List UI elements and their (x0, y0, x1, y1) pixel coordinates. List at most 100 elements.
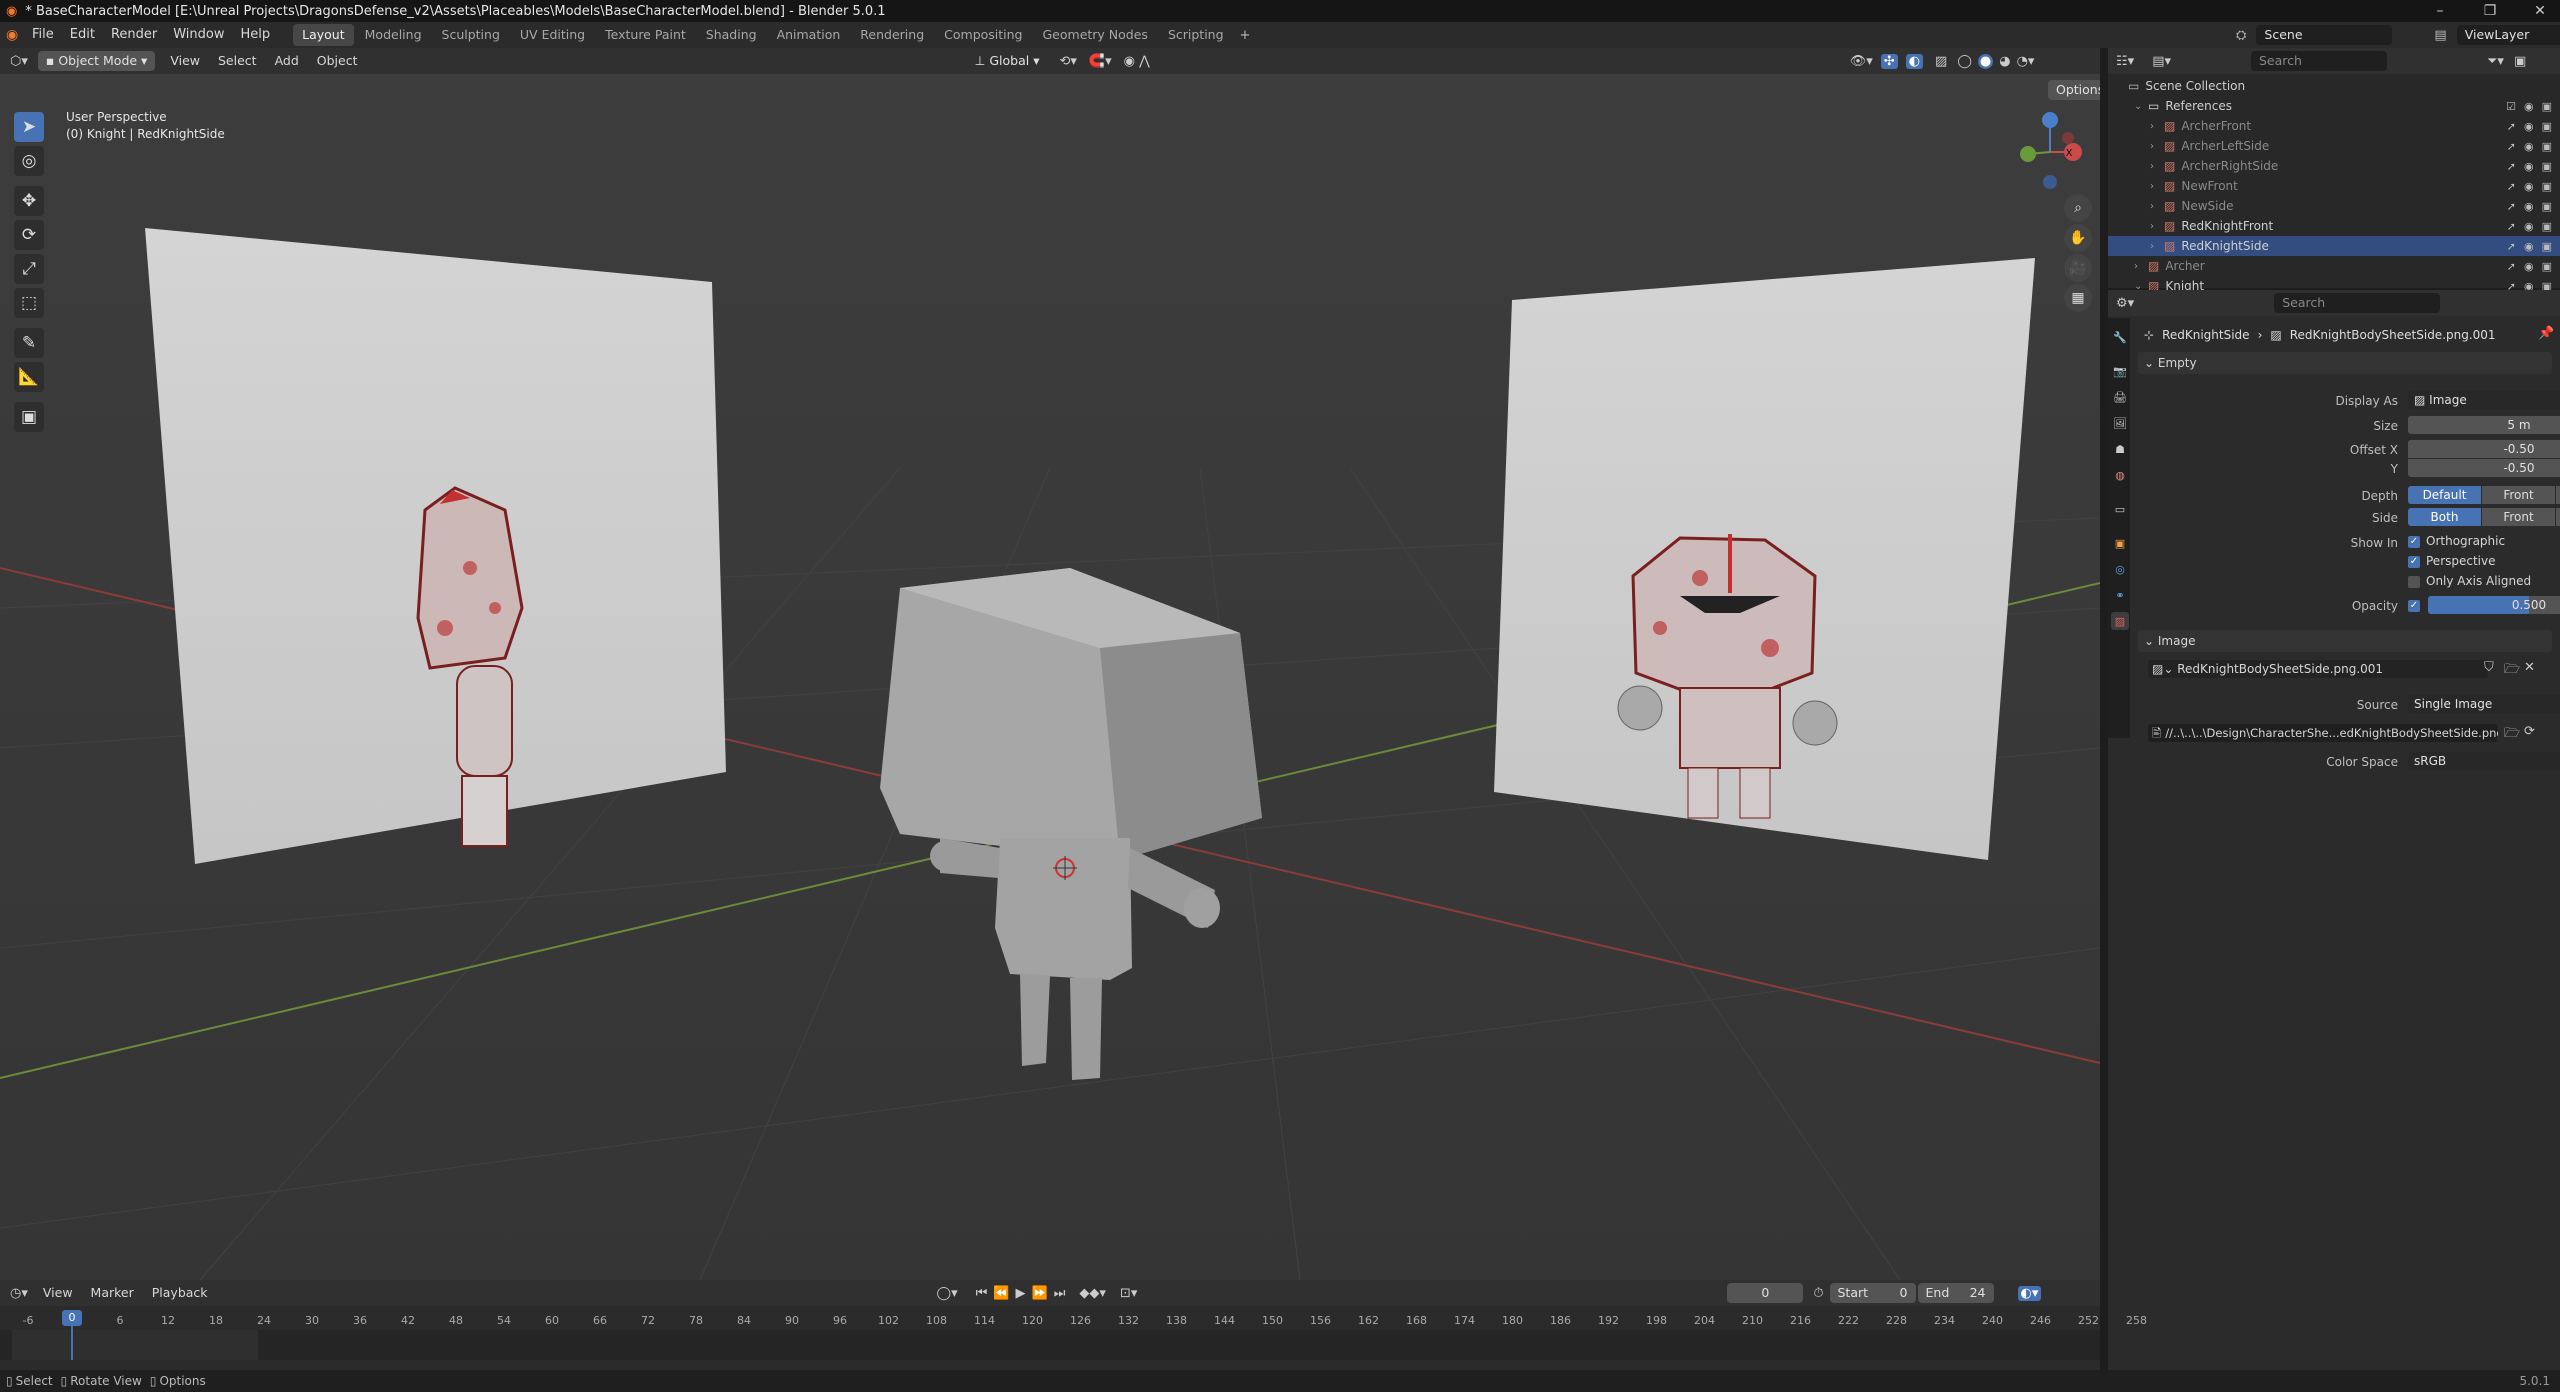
gizmo-toggle-icon[interactable]: ✣ (1880, 53, 1898, 69)
orthographic-checkbox[interactable]: ✓ Orthographic (2408, 534, 2505, 548)
expand-chevron-icon[interactable]: › (2134, 261, 2148, 272)
menu-file[interactable]: File (24, 22, 62, 48)
side-option-front[interactable]: Front (2482, 508, 2555, 526)
offset-x-field[interactable]: -0.50 (2408, 440, 2560, 458)
outliner-row-newside[interactable]: › ▨ NewSide ➚ ◉ ▣ (2108, 196, 2560, 216)
move-tool-button[interactable]: ✥ (14, 186, 44, 216)
eye-icon[interactable]: ◉ (2524, 220, 2534, 233)
properties-editor-icon[interactable]: ⚙▾ (2116, 296, 2134, 311)
exclude-checkbox-icon[interactable]: ☑ (2506, 100, 2516, 113)
end-frame-field[interactable]: End 24 (1917, 1283, 1994, 1303)
tool-tab-icon[interactable]: 🔧 (2111, 328, 2129, 346)
start-frame-field[interactable]: Start 0 (1829, 1283, 1916, 1303)
expand-chevron-icon[interactable]: › (2150, 121, 2164, 132)
rotate-tool-button[interactable]: ⟳ (14, 220, 44, 250)
filter-icon[interactable]: ⏷▾ (2487, 54, 2504, 69)
perspective-checkbox[interactable]: ✓ Perspective (2408, 554, 2496, 568)
outliner-editor-icon[interactable]: ☷▾ (2116, 54, 2134, 69)
keying-icon[interactable]: ⊡▾ (1120, 1286, 1137, 1301)
outliner-row-archerleftside[interactable]: › ▨ ArcherLeftSide ➚ ◉ ▣ (2108, 136, 2560, 156)
output-tab-icon[interactable]: 🖨 (2111, 388, 2129, 406)
camera-render-icon[interactable]: ▣ (2542, 200, 2552, 213)
reload-icon[interactable]: ⟳ (2524, 724, 2535, 739)
size-field[interactable]: 5 m (2408, 416, 2560, 434)
timeline-menu-playback[interactable]: Playback (143, 1280, 217, 1306)
timeline-menu-marker[interactable]: Marker (82, 1280, 143, 1306)
select-arrow-icon[interactable]: ➚ (2507, 160, 2516, 173)
measure-tool-button[interactable]: 📐 (14, 362, 44, 392)
keyframe-type-icon[interactable]: ◯▾ (937, 1286, 958, 1301)
select-arrow-icon[interactable]: ➚ (2507, 140, 2516, 153)
camera-view-button[interactable]: 🎥 (2064, 254, 2092, 282)
rendered-shading-icon[interactable]: ◔▾ (2017, 54, 2035, 69)
camera-render-icon[interactable]: ▣ (2542, 260, 2552, 273)
zoom-view-button[interactable]: ⌕ (2064, 194, 2092, 222)
camera-render-icon[interactable]: ▣ (2542, 140, 2552, 153)
viewport-menu-select[interactable]: Select (209, 48, 266, 74)
jump-end-icon[interactable]: ⏭ (1054, 1286, 1066, 1301)
depth-option-front[interactable]: Front (2482, 486, 2555, 504)
only-axis-aligned-checkbox[interactable]: Only Axis Aligned (2408, 574, 2531, 588)
open-folder-icon[interactable]: 🗁 (2504, 660, 2520, 682)
add-cube-tool-button[interactable]: ▣ (14, 402, 44, 432)
side-option-both[interactable]: Both (2408, 508, 2481, 526)
camera-render-icon[interactable]: ▣ (2542, 100, 2552, 113)
opacity-slider[interactable]: 0.500 (2428, 596, 2560, 614)
expand-chevron-icon[interactable]: › (2150, 221, 2164, 232)
tab-geometry-nodes[interactable]: Geometry Nodes (1034, 24, 1157, 46)
collection-tab-icon[interactable]: ▭ (2111, 500, 2129, 518)
add-workspace-icon[interactable]: + (1240, 28, 1251, 43)
select-arrow-icon[interactable]: ➚ (2507, 220, 2516, 233)
visibility-icon[interactable]: 👁▾ (1850, 54, 1873, 69)
3d-viewport[interactable]: X User Perspective (0) Knight | RedKnigh… (0, 48, 2100, 1280)
eye-icon[interactable]: ◉ (2524, 160, 2534, 173)
tab-texture-paint[interactable]: Texture Paint (596, 24, 695, 46)
render-tab-icon[interactable]: 📷 (2111, 362, 2129, 380)
select-arrow-icon[interactable]: ➚ (2507, 240, 2516, 253)
outliner-row-newfront[interactable]: › ▨ NewFront ➚ ◉ ▣ (2108, 176, 2560, 196)
blender-menu-icon[interactable]: ◉ (6, 27, 24, 43)
outliner-row-archerfront[interactable]: › ▨ ArcherFront ➚ ◉ ▣ (2108, 116, 2560, 136)
expand-chevron-icon[interactable]: › (2150, 241, 2164, 252)
outliner-row-archerrightside[interactable]: › ▨ ArcherRightSide ➚ ◉ ▣ (2108, 156, 2560, 176)
eye-icon[interactable]: ◉ (2524, 180, 2534, 193)
browse-folder-icon[interactable]: 🗁 (2504, 724, 2520, 746)
play-icon[interactable]: ▶ (1016, 1286, 1026, 1301)
tab-scripting[interactable]: Scripting (1159, 24, 1233, 46)
proportional-edit-icon[interactable]: ◉ ⋀ (1124, 54, 1150, 69)
menu-render[interactable]: Render (103, 22, 165, 48)
tab-rendering[interactable]: Rendering (851, 24, 933, 46)
tab-modeling[interactable]: Modeling (356, 24, 431, 46)
menu-edit[interactable]: Edit (62, 22, 103, 48)
wireframe-shading-icon[interactable]: ◯ (1957, 54, 1972, 69)
tab-sculpting[interactable]: Sculpting (433, 24, 509, 46)
select-arrow-icon[interactable]: ➚ (2507, 260, 2516, 273)
object-data-tab-icon[interactable]: ▨ (2111, 612, 2129, 630)
timeline-editor-icon[interactable]: ◷▾ (10, 1286, 28, 1301)
jump-start-icon[interactable]: ⏮ (976, 1286, 988, 1301)
pin-icon[interactable]: 📌 (2538, 326, 2554, 341)
tab-compositing[interactable]: Compositing (935, 24, 1031, 46)
image-section-header[interactable]: ⌄ Image (2138, 630, 2552, 652)
expand-chevron-icon[interactable]: › (2150, 181, 2164, 192)
timeline-menu-view[interactable]: View (34, 1280, 82, 1306)
scene-selector[interactable]: Scene (2256, 25, 2393, 45)
filepath-field[interactable]: 🖹//..\..\..\Design\CharacterShe...edKnig… (2148, 724, 2498, 742)
eye-icon[interactable]: ◉ (2524, 240, 2534, 253)
view-layer-tab-icon[interactable]: 🖼 (2111, 414, 2129, 432)
object-tab-icon[interactable]: ▣ (2111, 534, 2129, 552)
ortho-toggle-button[interactable]: ▦ (2064, 284, 2092, 312)
jump-keyframe-forward-icon[interactable]: ⏩ (1032, 1286, 1048, 1301)
close-icon[interactable]: ✕ (2520, 0, 2560, 22)
select-arrow-icon[interactable]: ➚ (2507, 200, 2516, 213)
expand-chevron-icon[interactable]: ⌄ (2134, 101, 2148, 112)
outliner-row-redknightside[interactable]: › ▨ RedKnightSide ➚ ◉ ▣ (2108, 236, 2560, 256)
annotate-tool-button[interactable]: ✎ (14, 328, 44, 358)
camera-render-icon[interactable]: ▣ (2542, 120, 2552, 133)
color-space-dropdown[interactable]: sRGB⌄ (2408, 752, 2560, 770)
image-datablock-field[interactable]: ▨⌄ RedKnightBodySheetSide.png.001 (2148, 660, 2488, 678)
tab-uv-editing[interactable]: UV Editing (511, 24, 594, 46)
cursor-tool-button[interactable]: ◎ (14, 146, 44, 176)
camera-render-icon[interactable]: ▣ (2542, 160, 2552, 173)
eye-icon[interactable]: ◉ (2524, 100, 2534, 113)
